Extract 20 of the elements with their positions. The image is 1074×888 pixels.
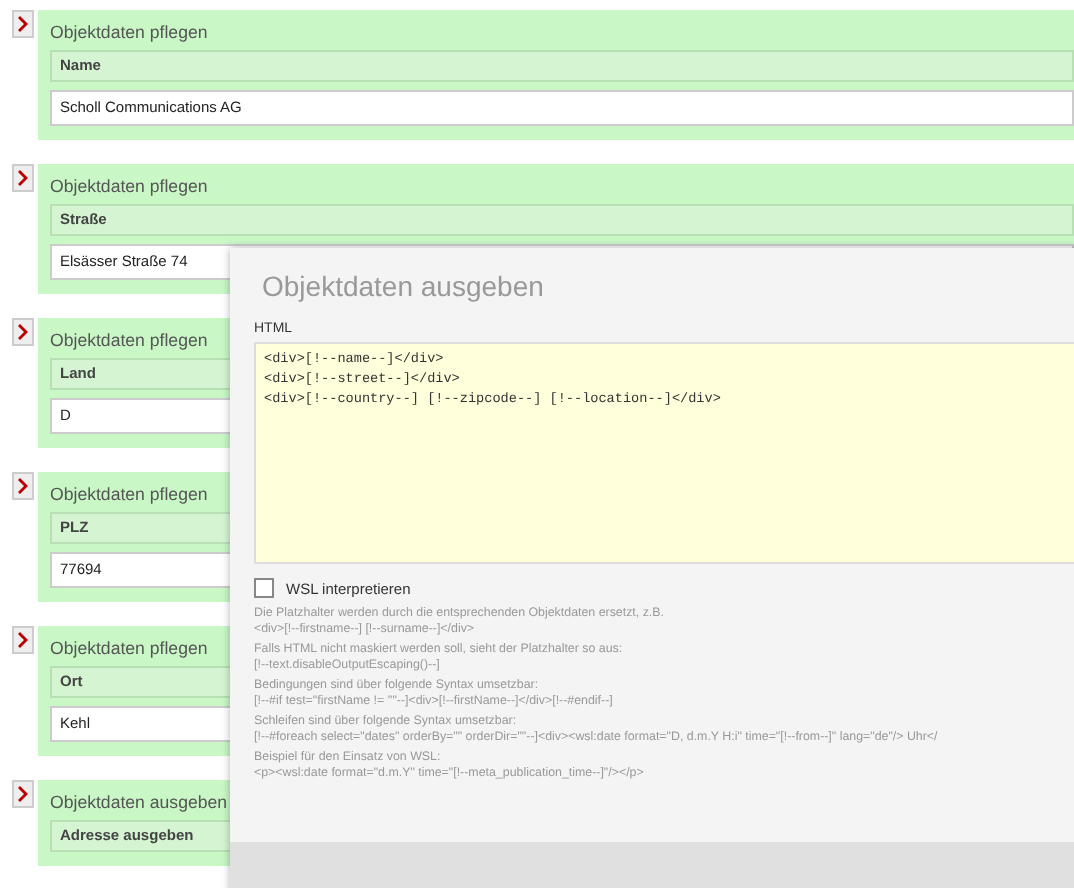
chevron-icon [17, 786, 29, 802]
block-title: Objektdaten pflegen [50, 484, 208, 506]
chevron-icon [17, 478, 29, 494]
block-title: Objektdaten pflegen [50, 330, 208, 352]
collapse-handle[interactable] [12, 318, 34, 346]
collapse-handle[interactable] [12, 626, 34, 654]
collapse-handle[interactable] [12, 472, 34, 500]
block-title: Objektdaten pflegen [50, 22, 208, 44]
block-title: Objektdaten pflegen [50, 176, 208, 198]
checkbox[interactable] [254, 578, 274, 598]
collapse-handle[interactable] [12, 164, 34, 192]
chevron-icon [17, 324, 29, 340]
collapse-handle[interactable] [12, 10, 34, 38]
chevron-icon [17, 16, 29, 32]
collapse-handle[interactable] [12, 780, 34, 808]
block-title: Objektdaten ausgeben [50, 792, 228, 814]
chevron-icon [17, 170, 29, 186]
block-title: Objektdaten pflegen [50, 638, 208, 660]
dialog-title: Objektdaten ausgeben [262, 270, 544, 302]
chevron-icon [17, 632, 29, 648]
